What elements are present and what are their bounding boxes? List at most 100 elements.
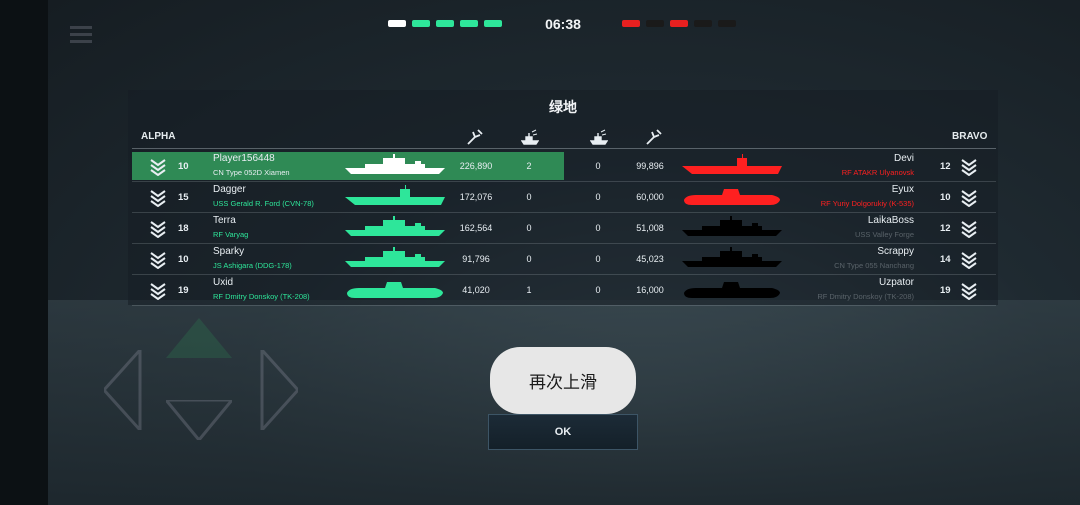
kills-value: 1 xyxy=(526,285,532,295)
top-hud: 06:38 xyxy=(0,0,1080,48)
kills-value: 0 xyxy=(526,223,532,233)
rank-insignia-icon xyxy=(150,252,166,269)
submarine-silhouette-icon xyxy=(684,189,780,205)
ship-name: CN Type 055 Nanchang xyxy=(834,261,914,270)
rank-insignia-icon xyxy=(961,190,977,207)
rank-insignia-icon xyxy=(150,190,166,207)
kills-value: 0 xyxy=(595,285,601,295)
player-name: LaikaBoss xyxy=(867,215,914,226)
row-divider xyxy=(132,243,996,244)
warship-silhouette-icon xyxy=(345,216,445,236)
match-timer: 06:38 xyxy=(545,16,581,32)
throttle-up-icon xyxy=(166,318,232,358)
warship-silhouette-icon xyxy=(345,247,445,267)
damage-value: 99,896 xyxy=(636,161,664,171)
kills-icon xyxy=(521,129,539,145)
player-level: 14 xyxy=(940,254,951,265)
kills-value: 2 xyxy=(526,161,532,171)
player-level: 15 xyxy=(178,192,189,203)
kills-icon xyxy=(590,129,608,145)
player-level: 12 xyxy=(940,223,951,234)
ok-button[interactable]: OK xyxy=(488,414,638,450)
player-name: Scrappy xyxy=(877,246,914,257)
rank-insignia-icon xyxy=(961,252,977,269)
bravo-ship-marker xyxy=(646,20,664,27)
damage-value: 41,020 xyxy=(462,285,490,295)
row-divider xyxy=(132,212,996,213)
player-level: 19 xyxy=(940,285,951,296)
ship-name: RF Yuriy Dolgorukiy (K-535) xyxy=(820,199,914,208)
player-level: 12 xyxy=(940,161,951,172)
bravo-ship-marker xyxy=(622,20,640,27)
ship-name: RF Dmitry Donskoy (TK-208) xyxy=(213,292,310,301)
damage-value: 172,076 xyxy=(459,192,493,202)
team-bravo-label: BRAVO xyxy=(952,131,988,142)
scoreboard-panel xyxy=(128,90,998,305)
rank-insignia-icon xyxy=(961,283,977,300)
map-name: 绿地 xyxy=(549,99,577,115)
warship-silhouette-icon xyxy=(682,154,782,174)
rank-insignia-icon xyxy=(961,221,977,238)
ship-name: RF ATAKR Ulyanovsk xyxy=(841,168,914,177)
player-name: Eyux xyxy=(891,184,914,195)
alpha-ship-marker xyxy=(412,20,430,27)
player-name: Sparky xyxy=(213,246,245,257)
rank-insignia-icon xyxy=(150,283,166,300)
kills-value: 0 xyxy=(526,192,532,202)
ship-name: USS Valley Forge xyxy=(854,230,914,239)
rank-insignia-icon xyxy=(150,221,166,238)
bravo-ship-marker xyxy=(694,20,712,27)
alpha-ship-marker xyxy=(388,20,406,27)
player-name: Uzpator xyxy=(878,277,914,288)
dpad-right-arrow-icon xyxy=(260,350,298,430)
alpha-ship-marker xyxy=(484,20,502,27)
warship-silhouette-icon xyxy=(682,247,782,267)
row-divider xyxy=(132,305,996,306)
bravo-ship-marker xyxy=(670,20,688,27)
damage-dealt-icon xyxy=(467,129,483,145)
kills-value: 0 xyxy=(595,223,601,233)
damage-value: 51,008 xyxy=(636,223,664,233)
rank-insignia-icon xyxy=(961,159,977,176)
ship-name: JS Ashigara (DDG-178) xyxy=(213,261,292,270)
player-level: 10 xyxy=(940,192,951,203)
alpha-ship-marker xyxy=(460,20,478,27)
damage-value: 91,796 xyxy=(462,254,490,264)
row-divider xyxy=(132,274,996,275)
submarine-silhouette-icon xyxy=(684,282,780,298)
ship-name: USS Gerald R. Ford (CVN-78) xyxy=(213,199,314,208)
header-divider xyxy=(132,148,996,149)
player-level: 10 xyxy=(178,254,189,265)
damage-dealt-icon xyxy=(646,129,662,145)
bravo-ship-marker xyxy=(718,20,736,27)
kills-value: 0 xyxy=(595,192,601,202)
damage-value: 226,890 xyxy=(459,161,493,171)
row-divider xyxy=(132,181,996,182)
left-side-strip xyxy=(0,0,48,505)
alpha-ship-marker xyxy=(436,20,454,27)
ship-name: CN Type 052D Xiamen xyxy=(213,168,290,177)
ship-name: RF Varyag xyxy=(213,230,249,239)
damage-value: 60,000 xyxy=(636,192,664,202)
warship-silhouette-icon xyxy=(345,154,445,174)
kills-value: 0 xyxy=(595,254,601,264)
kills-value: 0 xyxy=(526,254,532,264)
dpad-left-arrow-icon xyxy=(104,350,142,430)
player-name: Terra xyxy=(213,215,236,226)
team-alpha-label: ALPHA xyxy=(141,131,176,142)
player-level: 10 xyxy=(178,161,189,172)
damage-value: 16,000 xyxy=(636,285,664,295)
ship-name: RF Dmitry Donskoy (TK-208) xyxy=(817,292,914,301)
rank-insignia-icon xyxy=(150,159,166,176)
player-name: Dagger xyxy=(213,184,246,195)
player-name: Player156448 xyxy=(213,153,275,164)
player-name: Devi xyxy=(893,153,914,164)
damage-value: 162,564 xyxy=(459,223,493,233)
player-level: 18 xyxy=(178,223,189,234)
bravo-ships-bar xyxy=(622,20,736,27)
throttle-down-icon xyxy=(166,400,232,440)
warship-silhouette-icon xyxy=(345,185,445,205)
player-level: 19 xyxy=(178,285,189,296)
damage-value: 45,023 xyxy=(636,254,664,264)
submarine-silhouette-icon xyxy=(347,282,443,298)
